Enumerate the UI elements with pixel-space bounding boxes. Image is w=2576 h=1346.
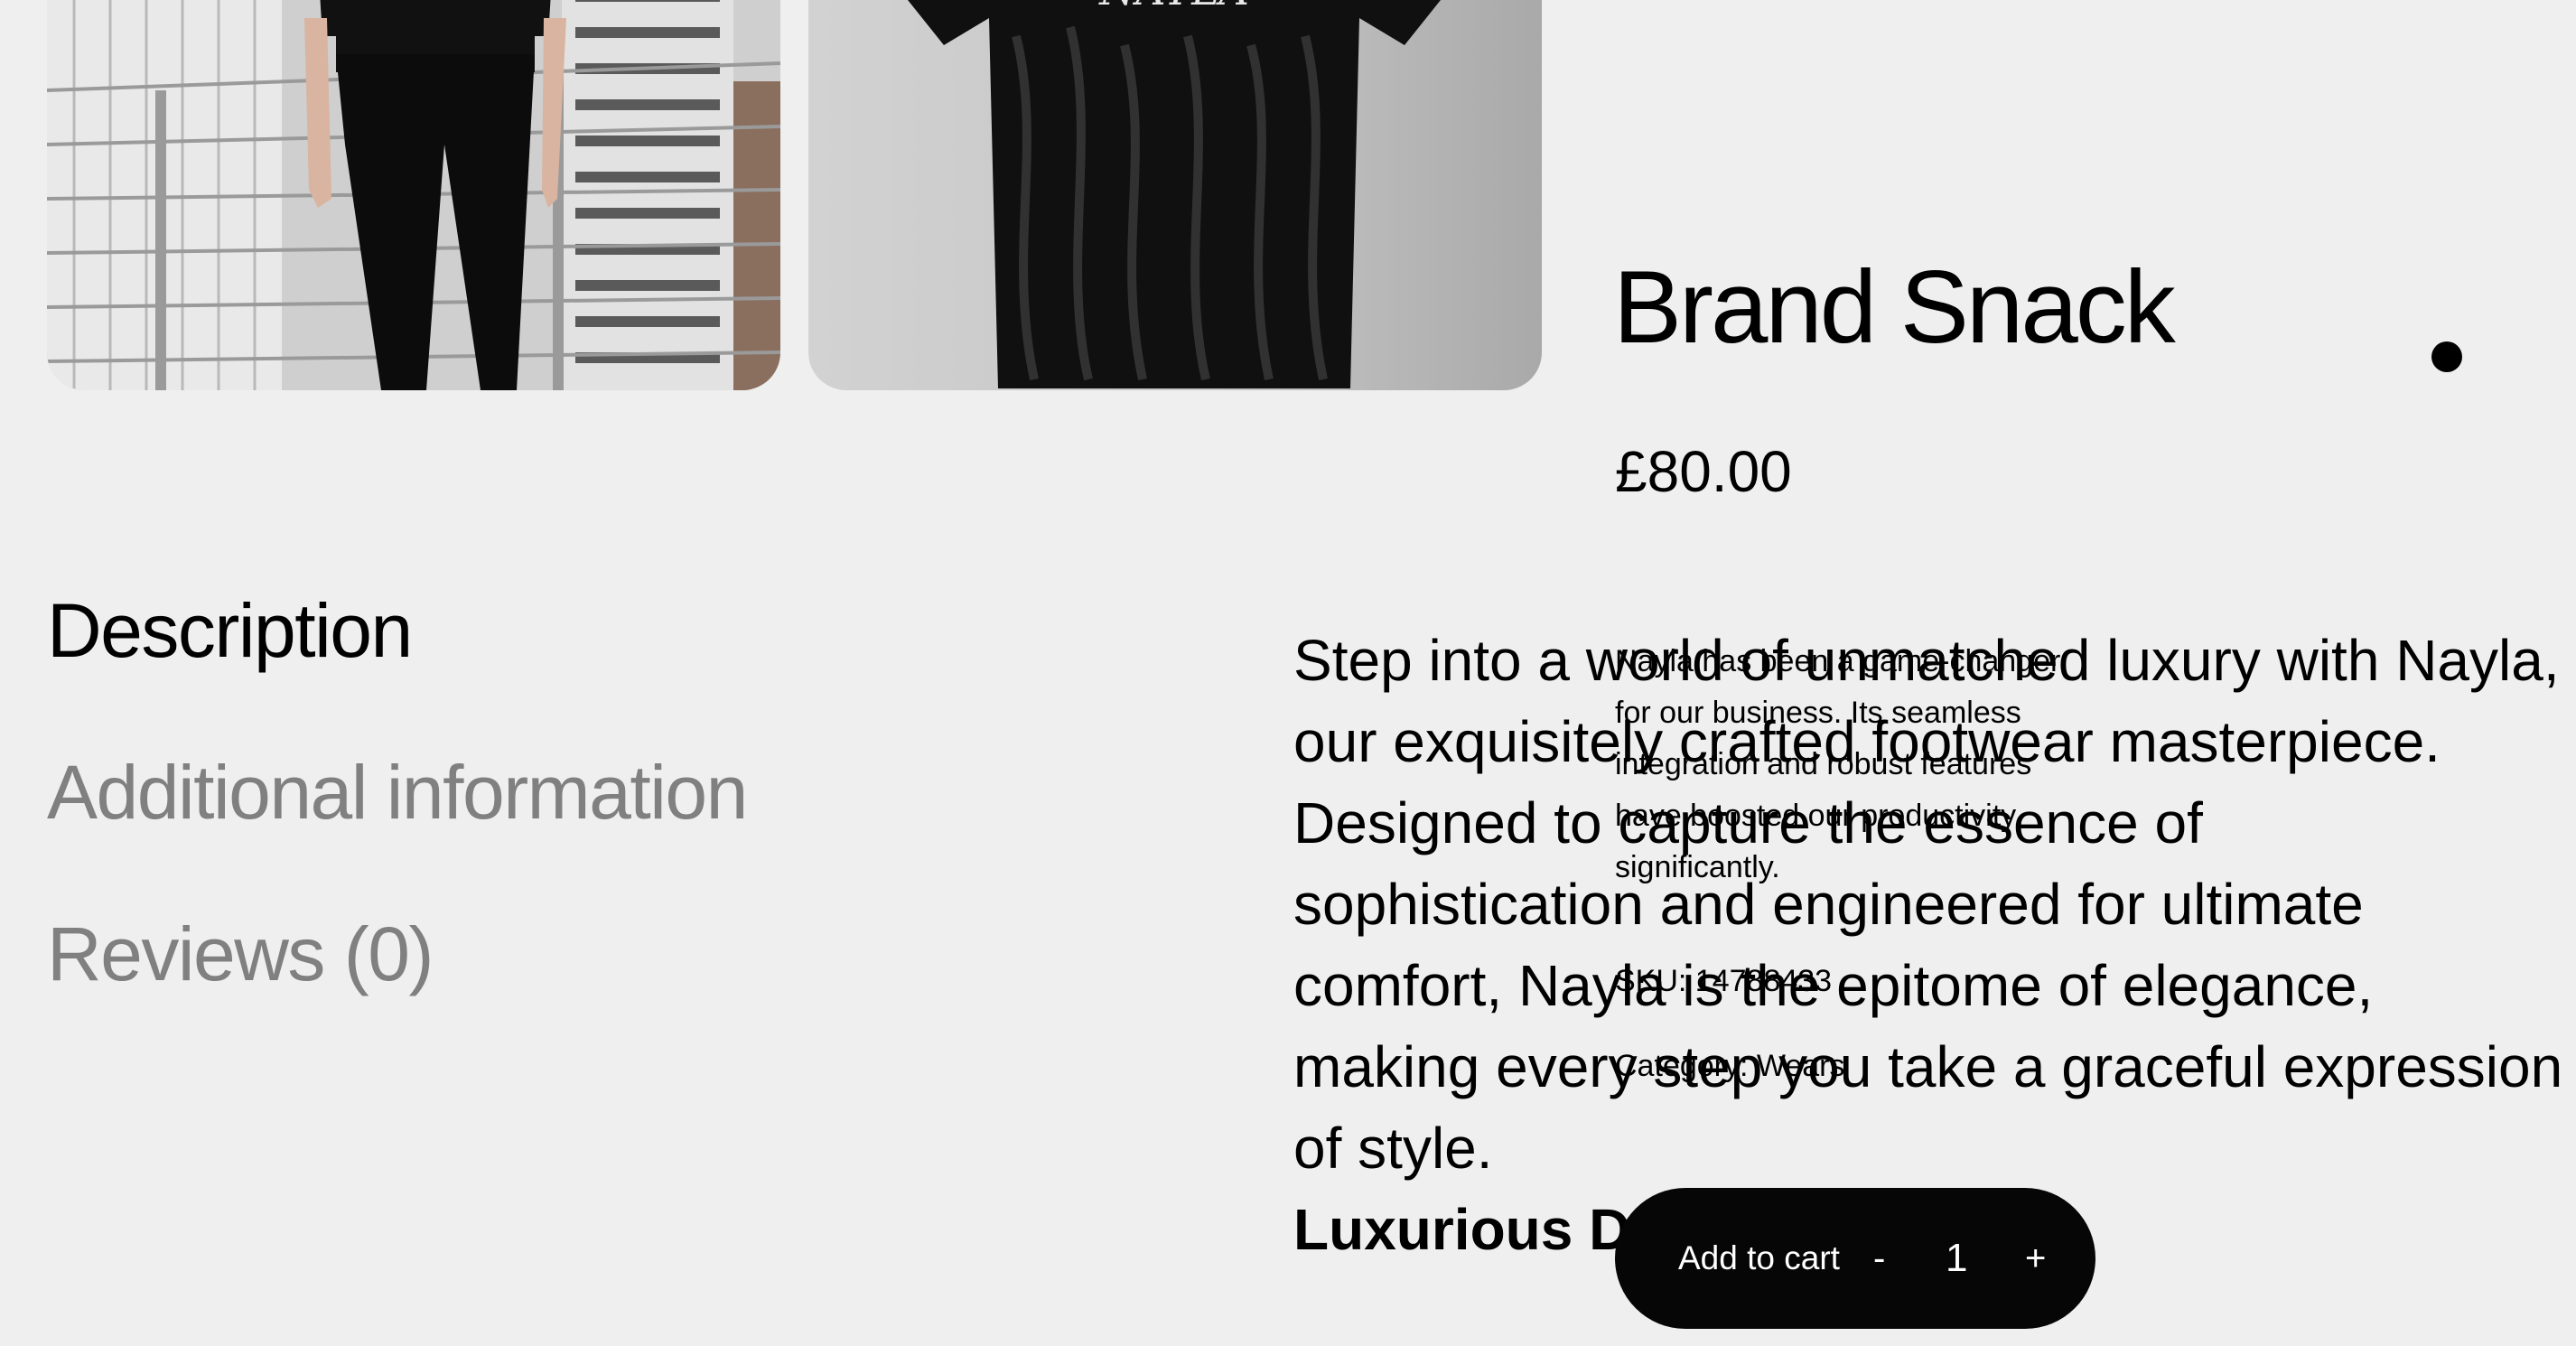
tshirt-print-text: NAYLA [1098,0,1249,14]
product-image-model[interactable] [47,0,780,390]
quantity-increase-button[interactable]: + [2025,1239,2046,1279]
tab-reviews[interactable]: Reviews (0) [47,912,434,996]
add-to-cart-bar: Add to cart - 1 + [1615,1188,2095,1329]
short-description: Nayla has been a game-changer for our bu… [1615,644,2061,884]
product-price: £80.00 [1615,439,1792,504]
product-title: Brand Snack [1613,250,2176,365]
product-image-tshirt[interactable]: NAYLA [808,0,1542,390]
product-sku: SKU: 14788433 [1615,964,1833,998]
tab-description[interactable]: Description [47,589,413,673]
product-category: Category: Wears [1615,1049,1845,1083]
quantity-decrease-button[interactable]: - [1873,1239,1885,1279]
slider-dot-icon[interactable] [2431,341,2462,372]
description-heading: Luxurious De [1293,1197,1663,1262]
product-photo-tshirt: NAYLA [808,0,1542,390]
quantity-value[interactable]: 1 [1946,1236,1967,1281]
product-photo-model [47,0,780,390]
add-to-cart-button[interactable]: Add to cart [1678,1239,1840,1277]
tab-additional-information[interactable]: Additional information [47,751,748,835]
